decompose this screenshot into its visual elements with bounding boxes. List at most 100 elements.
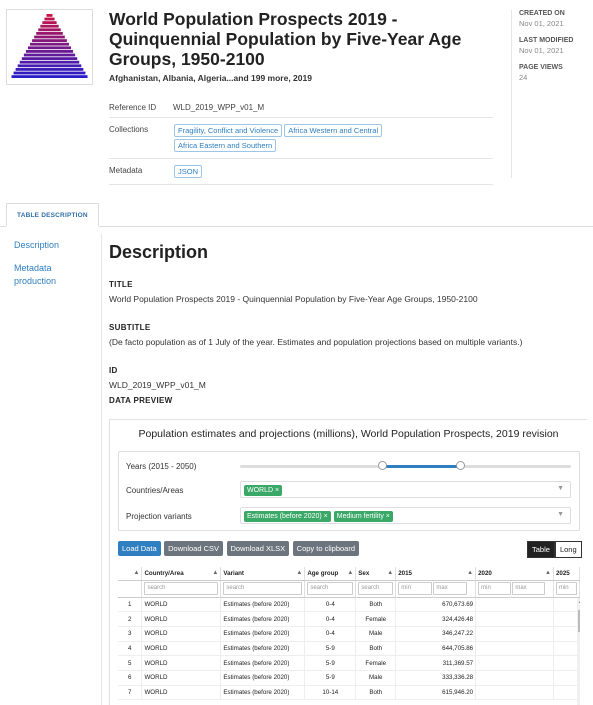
country-cell: WORLD: [141, 611, 222, 627]
load-data-button[interactable]: Load Data: [118, 541, 161, 556]
table-row[interactable]: 3 WORLD Estimates (before 2020) 0-4 Male 346,…: [118, 626, 580, 642]
pyramid-bar: [17, 64, 82, 68]
min-2020-input[interactable]: min: [478, 582, 511, 595]
variant-search-input[interactable]: search: [223, 582, 303, 595]
info-row-collections: Collections Fragility, Conflict and Viol…: [109, 118, 493, 159]
country-cell: WORLD: [141, 597, 222, 613]
table-scrollbar[interactable]: ▲: [577, 598, 580, 705]
pyramid-bar: [42, 21, 57, 24]
value-2015-cell: 311,369.57: [395, 655, 477, 671]
chevron-down-icon[interactable]: ▼: [557, 485, 564, 492]
sex-cell: Male: [355, 670, 397, 686]
pyramid-bar: [23, 53, 76, 57]
min-2025-input[interactable]: min: [555, 582, 577, 595]
table-row[interactable]: 5 WORLD Estimates (before 2020) 5-9 Female 31…: [118, 655, 580, 671]
sex-cell: Both: [355, 597, 397, 613]
min-2015-input[interactable]: min: [398, 582, 432, 595]
collections-list: Fragility, Conflict and Violence Africa W…: [173, 123, 493, 153]
max-2020-input[interactable]: max: [512, 582, 546, 595]
created-value: Nov 01, 2021: [519, 19, 564, 28]
variant-tag[interactable]: Estimates (before 2020) ×: [244, 511, 331, 522]
scrollbar-thumb[interactable]: [578, 610, 580, 632]
max-2015-input[interactable]: max: [433, 582, 468, 595]
value-2020-cell: [475, 597, 554, 613]
table-row[interactable]: 6 WORLD Estimates (before 2020) 5-9 Male 333,…: [118, 670, 580, 686]
column-header-sex[interactable]: Sex ▲: [355, 567, 397, 581]
views-value: 24: [519, 73, 528, 82]
collection-chip[interactable]: Fragility, Conflict and Violence: [174, 124, 283, 137]
subtitle-value: (De facto population as of 1 July of the…: [109, 337, 523, 347]
country-cell: WORLD: [141, 685, 222, 701]
variant-cell: Estimates (before 2020): [220, 597, 306, 613]
pyramid-bar: [11, 75, 88, 78]
filter-panel: Years (2015 - 2050) Countries/Areas WORL…: [118, 451, 580, 531]
copy-clipboard-button[interactable]: Copy to clipboard: [292, 541, 360, 556]
value-2025-cell: [553, 626, 580, 642]
countries-summary: Afghanistan, Albania, Algeria...and 199 …: [109, 73, 312, 83]
variants-select[interactable]: Estimates (before 2020) × Medium fertilit…: [240, 507, 571, 524]
table-row[interactable]: 1 WORLD Estimates (before 2020) 0-4 Both 670,…: [118, 597, 580, 613]
country-cell: WORLD: [141, 655, 222, 671]
scroll-up-icon[interactable]: ▲: [578, 599, 580, 605]
table-row[interactable]: 2 WORLD Estimates (before 2020) 0-4 Female 32…: [118, 611, 580, 627]
years-slider[interactable]: [240, 461, 571, 470]
search-row: search search search search min max min ma…: [118, 580, 580, 598]
value-2020-cell: [475, 670, 554, 686]
pyramid-bar: [19, 60, 80, 64]
variants-label: Projection variants: [126, 512, 192, 521]
country-search-input[interactable]: search: [144, 582, 219, 595]
download-xlsx-button[interactable]: Download XLSX: [226, 541, 290, 556]
variant-cell: Estimates (before 2020): [220, 655, 306, 671]
pyramid-bar: [36, 32, 63, 35]
pyramid-bar: [15, 68, 84, 71]
modified-label: LAST MODIFIED: [519, 37, 574, 44]
country-cell: WORLD: [141, 626, 222, 642]
slider-min-handle[interactable]: [378, 461, 387, 470]
tab-bar: TABLE DESCRIPTION: [0, 203, 593, 227]
info-row-reference: Reference ID WLD_2019_WPP_v01_M: [109, 96, 493, 118]
slider-max-handle[interactable]: [456, 461, 465, 470]
column-header-2025[interactable]: 2025: [553, 567, 580, 581]
column-header-variant[interactable]: Variant ▲: [220, 567, 306, 581]
variant-cell: Estimates (before 2020): [220, 685, 306, 701]
countries-label: Countries/Areas: [126, 486, 184, 495]
age-group-cell: 5-9: [304, 670, 357, 686]
title-value: World Population Prospects 2019 - Quinqu…: [109, 294, 478, 304]
data-preview-widget: Population estimates and projections (mi…: [109, 419, 587, 705]
download-csv-button[interactable]: Download CSV: [164, 541, 223, 556]
sex-search-input[interactable]: search: [358, 582, 394, 595]
country-tag[interactable]: WORLD ×: [244, 485, 283, 496]
nav-metadata-production[interactable]: Metadata production: [14, 262, 89, 288]
age-group-cell: 5-9: [304, 655, 357, 671]
variant-tag[interactable]: Medium fertility ×: [333, 511, 393, 522]
column-header-2020[interactable]: 2020 ▲: [475, 567, 554, 581]
chevron-down-icon[interactable]: ▼: [557, 511, 564, 518]
collection-chip[interactable]: Africa Western and Central: [284, 124, 383, 137]
data-preview-label: DATA PREVIEW: [109, 396, 173, 405]
column-header-age-group[interactable]: Age group ▲: [304, 567, 357, 581]
dataset-thumbnail: [6, 9, 93, 85]
view-table-button[interactable]: Table: [527, 541, 555, 558]
tab-table-description[interactable]: TABLE DESCRIPTION: [6, 203, 99, 227]
nav-description[interactable]: Description: [14, 239, 89, 252]
table-row[interactable]: 7 WORLD Estimates (before 2020) 10-14 Both 61…: [118, 685, 580, 701]
country-cell: WORLD: [141, 670, 222, 686]
value-2015-cell: 346,247.22: [395, 626, 477, 642]
table-row[interactable]: 4 WORLD Estimates (before 2020) 5-9 Both 644,…: [118, 641, 580, 657]
view-long-button[interactable]: Long: [554, 541, 582, 558]
pyramid-bar: [25, 50, 74, 53]
row-number-header[interactable]: ▲: [118, 567, 143, 581]
slider-range-fill: [383, 465, 461, 468]
pyramid-bar: [34, 35, 65, 39]
json-link[interactable]: JSON: [174, 165, 203, 178]
collection-chip[interactable]: Africa Eastern and Southern: [174, 139, 277, 152]
years-label: Years (2015 - 2050): [126, 462, 197, 471]
column-header-country[interactable]: Country/Area ▲: [141, 567, 222, 581]
countries-select[interactable]: WORLD × ▼: [240, 481, 571, 498]
value-2025-cell: [553, 670, 580, 686]
age-group-cell: 10-14: [304, 685, 357, 701]
age-search-input[interactable]: search: [307, 582, 354, 595]
reference-label: Reference ID: [109, 103, 157, 112]
section-heading: Description: [109, 242, 209, 262]
column-header-2015[interactable]: 2015 ▲: [395, 567, 477, 581]
